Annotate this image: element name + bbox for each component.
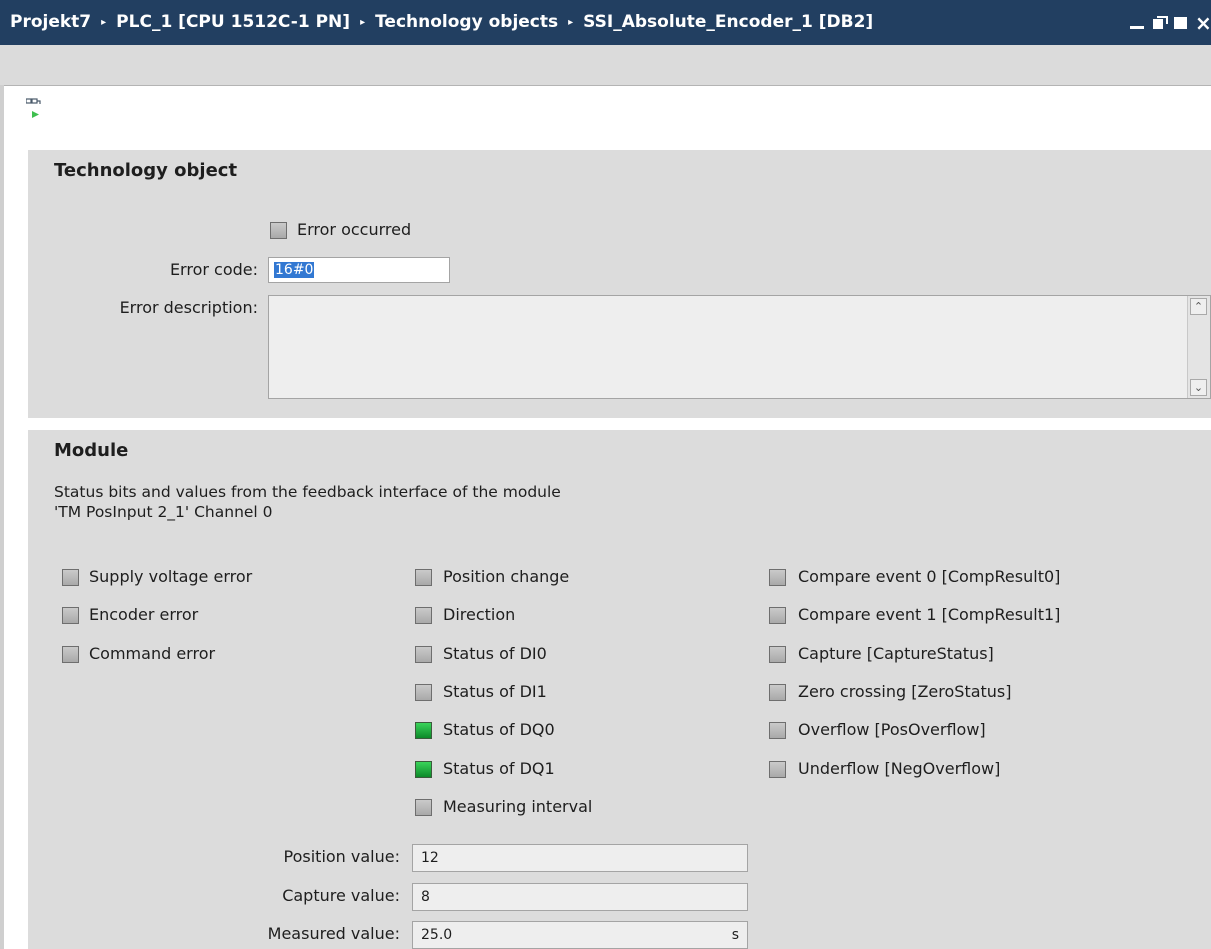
- status-indicator: [415, 646, 432, 663]
- status-indicator: [769, 684, 786, 701]
- error-occurred-indicator: [270, 222, 287, 239]
- breadcrumb-project[interactable]: Projekt7: [10, 0, 91, 45]
- window-controls: ×: [1129, 0, 1211, 45]
- error-description-field[interactable]: ⌃ ⌄: [268, 295, 1211, 399]
- status-indicator-active: [415, 722, 432, 739]
- status-indicator: [769, 722, 786, 739]
- status-label: Zero crossing [ZeroStatus]: [798, 682, 1012, 701]
- measured-value-label: Measured value:: [267, 924, 400, 943]
- measured-value-field[interactable]: 25.0 s: [412, 921, 748, 949]
- breadcrumb-separator-icon: ▸: [568, 17, 574, 28]
- breadcrumb-separator-icon: ▸: [101, 17, 107, 28]
- error-occurred-label: Error occurred: [297, 220, 412, 239]
- error-code-field[interactable]: 16#0: [268, 257, 450, 283]
- status-label: Status of DQ0: [443, 720, 555, 739]
- status-label: Supply voltage error: [89, 567, 253, 586]
- monitor-all-icon[interactable]: [26, 97, 46, 121]
- position-value-field[interactable]: 12: [412, 844, 748, 872]
- error-code-value: 16#0: [274, 262, 315, 278]
- status-label: Command error: [89, 644, 216, 663]
- status-label: Capture [CaptureStatus]: [798, 644, 994, 663]
- capture-value: 8: [421, 889, 430, 905]
- breadcrumb-separator-icon: ▸: [360, 17, 366, 28]
- capture-value-label: Capture value:: [282, 886, 400, 905]
- status-indicator: [769, 761, 786, 778]
- status-indicator: [415, 607, 432, 624]
- module-info-line: Status bits and values from the feedback…: [54, 483, 561, 501]
- position-value-label: Position value:: [283, 847, 400, 866]
- breadcrumb-encoder-object[interactable]: SSI_Absolute_Encoder_1 [DB2]: [583, 0, 873, 45]
- section-title: Technology object: [54, 160, 238, 181]
- scroll-down-arrow-icon[interactable]: ⌄: [1190, 379, 1207, 396]
- position-value: 12: [421, 850, 439, 866]
- error-code-label: Error code:: [169, 260, 258, 279]
- editor-toolbar: [0, 45, 1211, 86]
- module-section: Module Status bits and values from the f…: [28, 430, 1211, 949]
- breadcrumb-technology-objects[interactable]: Technology objects: [375, 0, 558, 45]
- module-info-line: 'TM PosInput 2_1' Channel 0: [54, 503, 273, 521]
- technology-object-section: Technology object Error occurred Error c…: [28, 150, 1211, 418]
- status-label: Encoder error: [89, 605, 199, 624]
- status-label: Measuring interval: [443, 797, 593, 816]
- status-indicator: [62, 646, 79, 663]
- status-indicator: [769, 569, 786, 586]
- status-label: Compare event 0 [CompResult0]: [798, 567, 1061, 586]
- editor-title-bar: Projekt7 ▸ PLC_1 [CPU 1512C-1 PN] ▸ Technolo…: [0, 0, 1211, 45]
- error-description-scrollbar[interactable]: ⌃ ⌄: [1187, 296, 1210, 398]
- status-label: Status of DI1: [443, 682, 547, 701]
- status-indicator: [62, 607, 79, 624]
- status-indicator: [62, 569, 79, 586]
- status-label: Compare event 1 [CompResult1]: [798, 605, 1061, 624]
- breadcrumb: Projekt7 ▸ PLC_1 [CPU 1512C-1 PN] ▸ Technolo…: [10, 0, 873, 45]
- status-indicator: [415, 799, 432, 816]
- measured-value-unit: s: [731, 927, 739, 943]
- close-icon[interactable]: ×: [1195, 13, 1211, 33]
- capture-value-field[interactable]: 8: [412, 883, 748, 911]
- module-info-text: Status bits and values from the feedback…: [54, 482, 561, 522]
- left-edge-divider: [0, 85, 4, 949]
- status-label: Status of DQ1: [443, 759, 555, 778]
- status-indicator: [415, 684, 432, 701]
- status-indicator: [415, 569, 432, 586]
- status-label: Position change: [443, 567, 570, 586]
- breadcrumb-plc[interactable]: PLC_1 [CPU 1512C-1 PN]: [116, 0, 350, 45]
- status-indicator: [769, 646, 786, 663]
- status-label: Direction: [443, 605, 516, 624]
- measured-value: 25.0: [421, 927, 453, 943]
- section-title: Module: [54, 440, 129, 461]
- status-indicator: [769, 607, 786, 624]
- status-label: Overflow [PosOverflow]: [798, 720, 986, 739]
- status-label: Status of DI0: [443, 644, 547, 663]
- status-indicator-active: [415, 761, 432, 778]
- error-description-label: Error description:: [119, 298, 258, 317]
- scroll-up-arrow-icon[interactable]: ⌃: [1190, 298, 1207, 315]
- status-label: Underflow [NegOverflow]: [798, 759, 1001, 778]
- float-window-icon[interactable]: [1151, 15, 1168, 31]
- maximize-icon[interactable]: [1173, 15, 1189, 31]
- minimize-icon[interactable]: [1129, 15, 1145, 31]
